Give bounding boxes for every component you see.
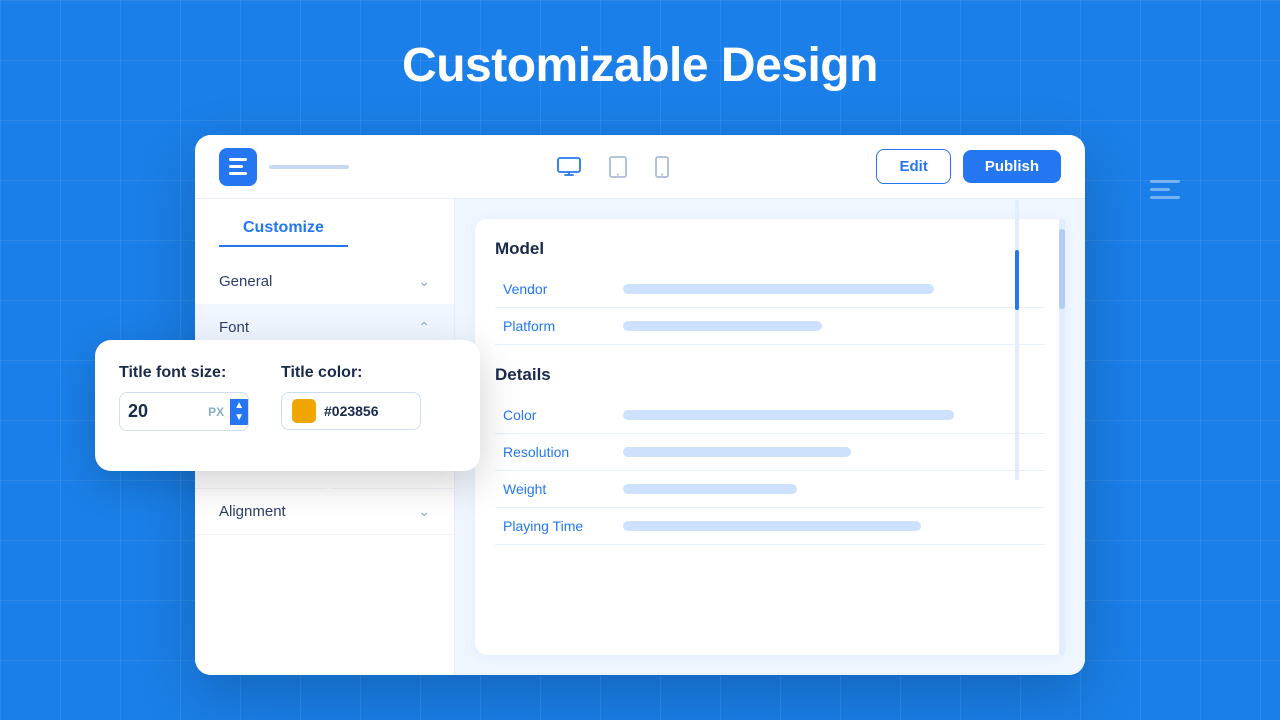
- toolbar-bar: [269, 165, 349, 169]
- chevron-up-icon: ⌃: [418, 319, 430, 336]
- right-panel: Model Vendor Platform: [455, 199, 1085, 675]
- font-size-unit: PX: [202, 405, 230, 419]
- font-size-value-field[interactable]: [120, 393, 202, 430]
- table-row: Resolution: [495, 434, 1045, 471]
- edit-button[interactable]: Edit: [876, 149, 950, 184]
- weight-label: Weight: [495, 471, 615, 508]
- sidebar-item-alignment[interactable]: Alignment ⌄: [195, 489, 454, 535]
- scroll-thumb: [1059, 229, 1065, 309]
- publish-button[interactable]: Publish: [963, 150, 1061, 183]
- logo-icon: [229, 158, 247, 175]
- color-label: Color: [495, 397, 615, 434]
- font-size-input[interactable]: PX ▲ ▼: [119, 392, 249, 431]
- details-section-title: Details: [495, 365, 1045, 385]
- playing-time-bar: [623, 521, 921, 531]
- toolbar: Edit Publish: [195, 135, 1085, 199]
- details-table: Color Resolution Weight: [495, 397, 1045, 545]
- popup-row: Title font size: PX ▲ ▼ Title color: #02…: [119, 364, 456, 431]
- color-bar-cell: [615, 397, 1045, 434]
- platform-label: Platform: [495, 308, 615, 345]
- decorative-lines: [1150, 180, 1180, 204]
- color-label-text: Title color:: [281, 364, 421, 382]
- sidebar-tab-customize[interactable]: Customize: [219, 219, 348, 247]
- weight-bar-cell: [615, 471, 1045, 508]
- font-size-label: Title font size:: [119, 364, 249, 382]
- sidebar-label-font: Font: [219, 319, 249, 336]
- font-size-arrows[interactable]: ▲ ▼: [230, 399, 248, 425]
- sidebar-scroll-thumb: [1015, 250, 1019, 310]
- table-row: Playing Time: [495, 508, 1045, 545]
- table-row: Vendor: [495, 271, 1045, 308]
- font-settings-popup: Title font size: PX ▲ ▼ Title color: #02…: [95, 340, 480, 471]
- vendor-bar: [623, 284, 934, 294]
- tablet-icon[interactable]: [609, 156, 627, 178]
- table-row: Weight: [495, 471, 1045, 508]
- logo: [219, 148, 257, 186]
- table-row: Platform: [495, 308, 1045, 345]
- chevron-down-icon-5: ⌄: [418, 503, 430, 520]
- color-hex-value: #023856: [324, 403, 379, 419]
- device-switcher: [349, 156, 876, 178]
- resolution-label: Resolution: [495, 434, 615, 471]
- sidebar-label-alignment: Alignment: [219, 503, 286, 520]
- vendor-label: Vendor: [495, 271, 615, 308]
- sidebar-label-general: General: [219, 273, 272, 290]
- table-row: Color: [495, 397, 1045, 434]
- toolbar-actions: Edit Publish: [876, 149, 1061, 184]
- sidebar-scroll: [1015, 200, 1019, 480]
- scroll-bar[interactable]: [1059, 219, 1065, 655]
- decrement-icon[interactable]: ▼: [234, 413, 244, 423]
- content-card: Model Vendor Platform: [475, 219, 1065, 655]
- model-section-title: Model: [495, 239, 1045, 259]
- model-table: Vendor Platform: [495, 271, 1045, 345]
- platform-bar-cell: [615, 308, 1045, 345]
- platform-bar: [623, 321, 822, 331]
- playing-time-label: Playing Time: [495, 508, 615, 545]
- chevron-down-icon: ⌄: [418, 273, 430, 290]
- color-swatch: [292, 399, 316, 423]
- color-bar: [623, 410, 954, 420]
- increment-icon[interactable]: ▲: [234, 401, 244, 411]
- font-size-section: Title font size: PX ▲ ▼: [119, 364, 249, 431]
- mobile-icon[interactable]: [655, 156, 669, 178]
- sidebar-item-general[interactable]: General ⌄: [195, 259, 454, 305]
- color-section: Title color: #023856: [281, 364, 421, 431]
- desktop-icon[interactable]: [557, 157, 581, 177]
- vendor-bar-cell: [615, 271, 1045, 308]
- playing-time-bar-cell: [615, 508, 1045, 545]
- resolution-bar: [623, 447, 851, 457]
- page-title: Customizable Design: [0, 0, 1280, 121]
- resolution-bar-cell: [615, 434, 1045, 471]
- color-input[interactable]: #023856: [281, 392, 421, 430]
- weight-bar: [623, 484, 797, 494]
